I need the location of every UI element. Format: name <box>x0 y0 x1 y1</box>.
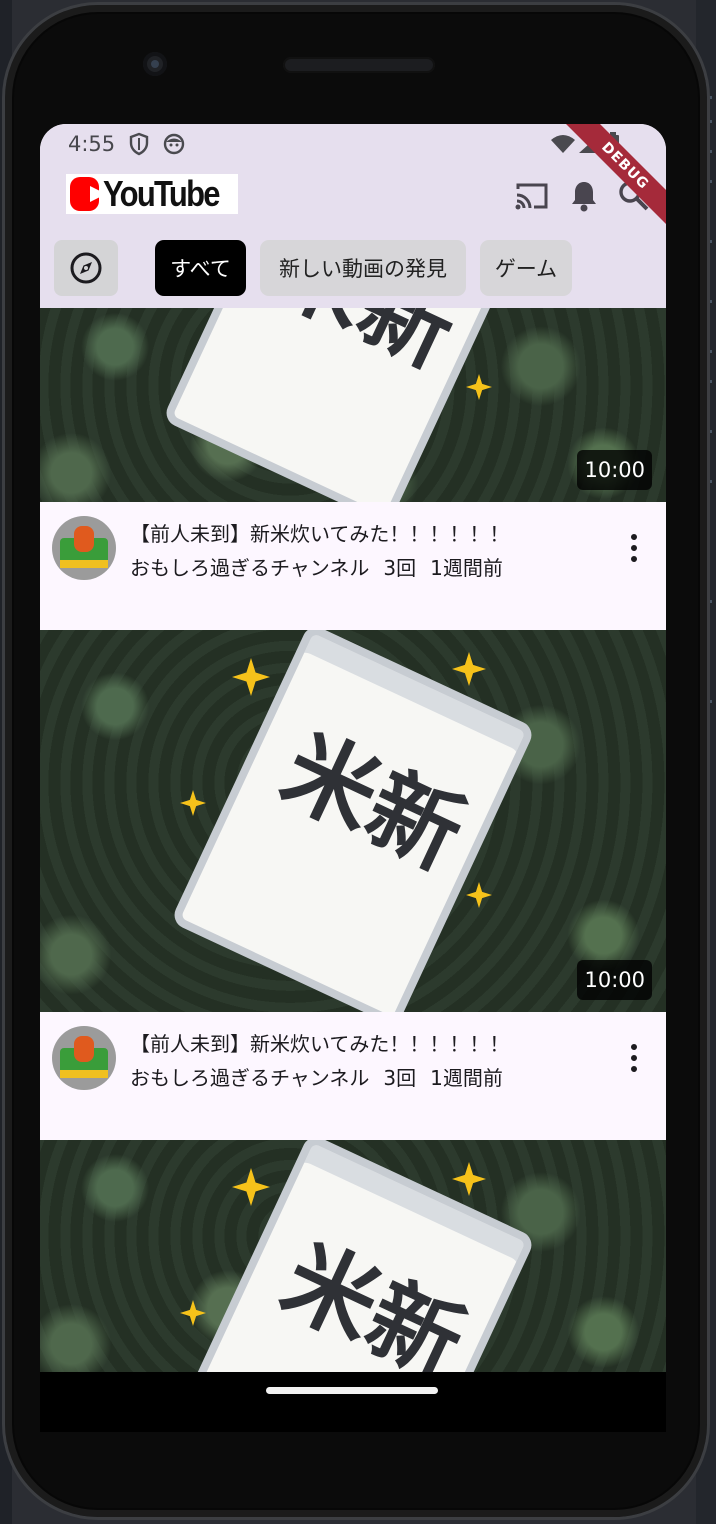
video-thumbnail[interactable]: 新米 <box>40 1140 666 1372</box>
cast-button[interactable] <box>512 176 552 216</box>
system-navigation-bar <box>40 1372 666 1432</box>
view-count: 3回 <box>383 556 417 580</box>
app-bar: 4:55 YouTube すべて 新しい動画の発見 ゲーム DEBUG <box>40 124 666 308</box>
channel-avatar[interactable] <box>52 516 116 580</box>
status-time: 4:55 <box>68 132 116 156</box>
notifications-icon <box>572 182 596 212</box>
filter-chips: すべて 新しい動画の発見 ゲーム <box>40 238 666 296</box>
view-count: 3回 <box>383 1066 417 1090</box>
sparkle-icon <box>466 374 492 400</box>
rice-bag-illustration: 新米 <box>169 1140 537 1372</box>
video-info: 【前人未到】新米炊いてみた！！！！！！ おもしろ過ぎるチャンネル 3回 1週間前 <box>40 502 666 630</box>
youtube-logo[interactable]: YouTube <box>66 173 238 214</box>
chip-new-discoveries[interactable]: 新しい動画の発見 <box>260 240 466 296</box>
more-vert-icon[interactable] <box>626 1038 642 1078</box>
video-title[interactable]: 【前人未到】新米炊いてみた！！！！！！ <box>130 1028 509 1057</box>
video-duration: 10:00 <box>577 960 652 1000</box>
channel-name: おもしろ過ぎるチャンネル <box>130 1066 370 1090</box>
video-thumbnail[interactable]: 新米 10:00 <box>40 308 666 502</box>
explore-icon <box>70 252 102 284</box>
sparkle-icon <box>232 1168 270 1206</box>
video-info: 【前人未到】新米炊いてみた！！！！！！ おもしろ過ぎるチャンネル 3回 1週間前 <box>40 1012 666 1140</box>
rice-bag-illustration: 新米 <box>161 308 529 502</box>
wifi-icon <box>550 134 576 158</box>
video-subtitle: おもしろ過ぎるチャンネル 3回 1週間前 <box>130 1062 517 1091</box>
sparkle-icon <box>180 790 206 816</box>
app-screen: 4:55 YouTube すべて 新しい動画の発見 ゲーム DEBUG 新米 1… <box>40 124 666 1372</box>
youtube-play-icon <box>70 177 107 211</box>
video-thumbnail[interactable]: 新米 10:00 <box>40 630 666 1012</box>
cast-icon <box>515 183 548 210</box>
notifications-button[interactable] <box>564 176 604 216</box>
front-camera <box>143 52 167 76</box>
sparkle-icon <box>232 658 270 696</box>
shield-icon <box>128 132 150 160</box>
sparkle-icon <box>452 1162 486 1196</box>
channel-name: おもしろ過ぎるチャンネル <box>130 556 370 580</box>
sparkle-icon <box>466 882 492 908</box>
home-gesture-handle[interactable] <box>266 1387 438 1394</box>
video-feed: 新米 10:00 【前人未到】新米炊いてみた！！！！！！ おもしろ過ぎるチャンネ… <box>40 308 666 1372</box>
face-icon <box>162 132 186 160</box>
logo-text: YouTube <box>103 173 221 214</box>
video-title[interactable]: 【前人未到】新米炊いてみた！！！！！！ <box>130 518 509 547</box>
upload-age: 1週間前 <box>430 1066 503 1090</box>
video-subtitle: おもしろ過ぎるチャンネル 3回 1週間前 <box>130 552 517 581</box>
chip-games[interactable]: ゲーム <box>480 240 572 296</box>
more-vert-icon[interactable] <box>626 528 642 568</box>
sparkle-icon <box>180 1300 206 1326</box>
channel-avatar[interactable] <box>52 1026 116 1090</box>
upload-age: 1週間前 <box>430 556 503 580</box>
rice-bag-illustration: 新米 <box>169 630 537 1012</box>
chip-all[interactable]: すべて <box>155 240 246 296</box>
sparkle-icon <box>452 652 486 686</box>
video-duration: 10:00 <box>577 450 652 490</box>
explore-button[interactable] <box>54 240 118 296</box>
earpiece-speaker <box>283 57 435 73</box>
